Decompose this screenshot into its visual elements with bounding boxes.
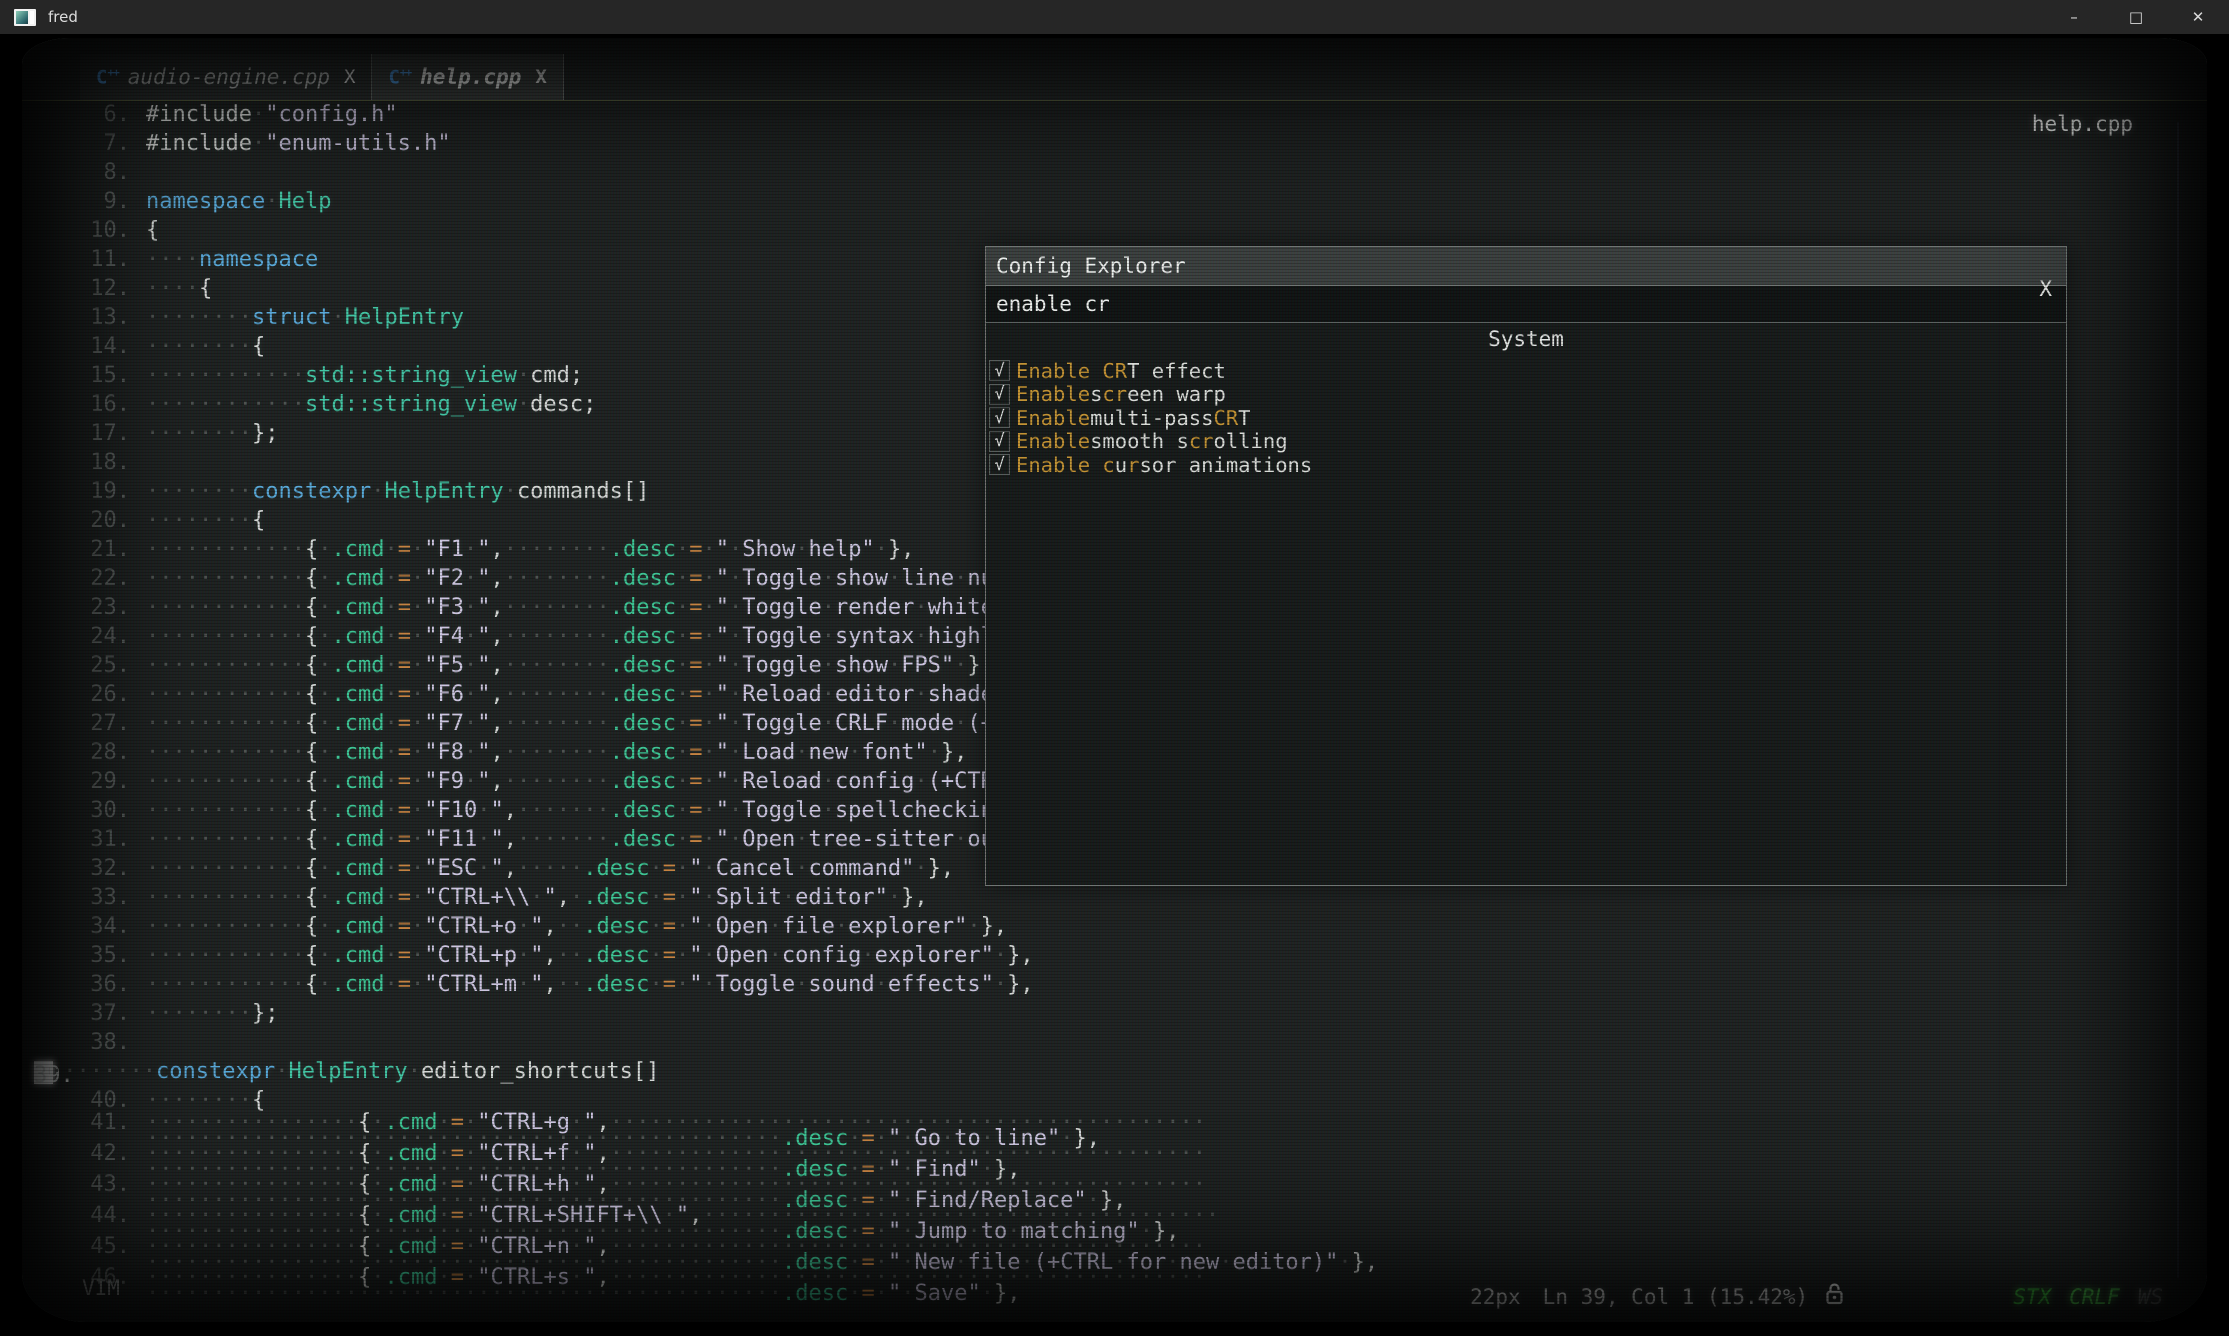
code-line: 33.············{·.cmd·=·"CTRL+\\·",·.des…: [34, 883, 2201, 912]
tab-bar: C++ audio-engine.cpp X C++ help.cpp X: [80, 54, 564, 100]
line-number: 27.: [34, 709, 146, 738]
tab-label: help.cpp: [420, 65, 521, 89]
titlebar: fred – □ ✕: [0, 0, 2229, 34]
popup-title: Config Explorer: [986, 247, 2066, 286]
config-option-list: √Enable CRT effect√Enable screen warp√En…: [986, 359, 2066, 477]
crt-bezel: C++ audio-engine.cpp X C++ help.cpp X help.cp…: [0, 34, 2229, 1336]
line-number: 15.: [34, 361, 146, 390]
window-title: fred: [48, 8, 78, 26]
code-line: 38.: [34, 1028, 2201, 1057]
config-explorer-popup: Config Explorer X enable cr System √Enab…: [985, 246, 2067, 886]
code-line: 9.namespace·Help: [34, 187, 2201, 216]
line-number: 25.: [34, 651, 146, 680]
vim-mode-indicator: VIM: [82, 1276, 120, 1300]
line-number: 14.: [34, 332, 146, 361]
code-line: 10.{: [34, 216, 2201, 245]
code-line: 39.········constexpr·HelpEntry·editor_sh…: [34, 1057, 2201, 1086]
cpp-icon: C++: [96, 66, 119, 88]
line-number: 34.: [34, 912, 146, 941]
line-number: 38.: [34, 1028, 146, 1057]
close-button[interactable]: ✕: [2167, 0, 2229, 34]
line-number: 31.: [34, 825, 146, 854]
line-number: 13.: [34, 303, 146, 332]
tab-close-icon[interactable]: X: [344, 66, 355, 88]
line-number: 20.: [34, 506, 146, 535]
flag-WS: WS: [2138, 1285, 2163, 1309]
config-option[interactable]: √Enable cursor animations: [986, 453, 2066, 477]
line-number: 45.: [34, 1239, 146, 1255]
tab-strip: C++ audio-engine.cpp X C++ help.cpp X: [22, 38, 2207, 101]
code-line: 7.#include·"enum-utils.h": [34, 129, 2201, 158]
line-number: 21.: [34, 535, 146, 564]
line-number: 10.: [34, 216, 146, 245]
line-number: 23.: [34, 593, 146, 622]
code-line: 6.#include·"config.h": [34, 100, 2201, 129]
code-line: 37.········};: [34, 999, 2201, 1028]
tab-close-icon[interactable]: X: [535, 66, 546, 88]
line-number: 18.: [34, 448, 146, 477]
line-number: 41.: [34, 1115, 146, 1131]
status-bar: VIM 22px Ln 39, Col 1 (15.42%) STXCRLFWS: [22, 1282, 2207, 1314]
minimize-button[interactable]: –: [2043, 0, 2105, 34]
flag-CRLF: CRLF: [2069, 1285, 2120, 1309]
line-number: 6.: [34, 100, 146, 129]
popup-body: System √Enable CRT effect√Enable screen …: [986, 323, 2066, 885]
line-number: 16.: [34, 390, 146, 419]
checkbox-checked-icon[interactable]: √: [990, 408, 1009, 427]
app-icon: [14, 9, 36, 26]
lock-icon: [1824, 1281, 1845, 1312]
line-number: 22.: [34, 564, 146, 593]
code-line: 8.: [34, 158, 2201, 187]
checkbox-checked-icon[interactable]: √: [990, 455, 1009, 474]
line-number: 35.: [34, 941, 146, 970]
popup-close-button[interactable]: X: [2039, 277, 2052, 301]
line-number: 24.: [34, 622, 146, 651]
maximize-button[interactable]: □: [2105, 0, 2167, 34]
line-number: 44.: [34, 1208, 146, 1224]
config-option[interactable]: √Enable multi-pass CRT: [986, 406, 2066, 430]
line-number: 33.: [34, 883, 146, 912]
editor-screen: C++ audio-engine.cpp X C++ help.cpp X help.cp…: [22, 38, 2207, 1322]
cpp-icon: C++: [388, 66, 411, 88]
checkbox-checked-icon[interactable]: √: [990, 385, 1009, 404]
line-number: 11.: [34, 245, 146, 274]
line-number: 19.: [34, 477, 146, 506]
config-option[interactable]: √Enable CRT effect: [986, 359, 2066, 383]
code-line: 36.············{·.cmd·=·"CTRL+m·",··.des…: [34, 970, 2201, 999]
line-number: 8.: [34, 158, 146, 187]
code-line: 35.············{·.cmd·=·"CTRL+p·",··.des…: [34, 941, 2201, 970]
active-file-label: help.cpp: [2032, 112, 2133, 136]
line-number: 17.: [34, 419, 146, 448]
line-number: 7.: [34, 129, 146, 158]
checkbox-checked-icon[interactable]: √: [990, 432, 1009, 451]
line-number: 26.: [34, 680, 146, 709]
line-number: 29.: [34, 767, 146, 796]
file-flags: STX CRLF WS: [1995, 1285, 2163, 1309]
window-controls: – □ ✕: [2043, 0, 2229, 34]
font-size-indicator: 22px: [1470, 1285, 1521, 1309]
flag-STX: STX: [2013, 1285, 2051, 1309]
checkbox-checked-icon[interactable]: √: [990, 361, 1009, 380]
line-number: 28.: [34, 738, 146, 767]
line-number: 42.: [34, 1146, 146, 1162]
line-number: 9.: [34, 187, 146, 216]
cursor-position: Ln 39, Col 1 (15.42%): [1543, 1285, 1809, 1309]
tab-audio-engine.cpp[interactable]: C++ audio-engine.cpp X: [80, 54, 372, 100]
config-option[interactable]: √Enable screen warp: [986, 383, 2066, 407]
section-header-system: System: [986, 327, 2066, 351]
line-number: 32.: [34, 854, 146, 883]
scrollbar[interactable]: [2177, 122, 2179, 1278]
tab-help.cpp[interactable]: C++ help.cpp X: [372, 54, 563, 100]
tab-label: audio-engine.cpp: [128, 65, 330, 89]
config-search-input[interactable]: enable cr: [986, 286, 2066, 323]
code-line: 34.············{·.cmd·=·"CTRL+o·",··.des…: [34, 912, 2201, 941]
config-option[interactable]: √Enable smooth scrolling: [986, 430, 2066, 454]
line-number: 37.: [34, 999, 146, 1028]
line-number: 30.: [34, 796, 146, 825]
line-number: 12.: [34, 274, 146, 303]
status-right: 22px Ln 39, Col 1 (15.42%) STX CRLF WS: [1448, 1281, 2163, 1312]
line-number: 36.: [34, 970, 146, 999]
line-number: 43.: [34, 1177, 146, 1193]
